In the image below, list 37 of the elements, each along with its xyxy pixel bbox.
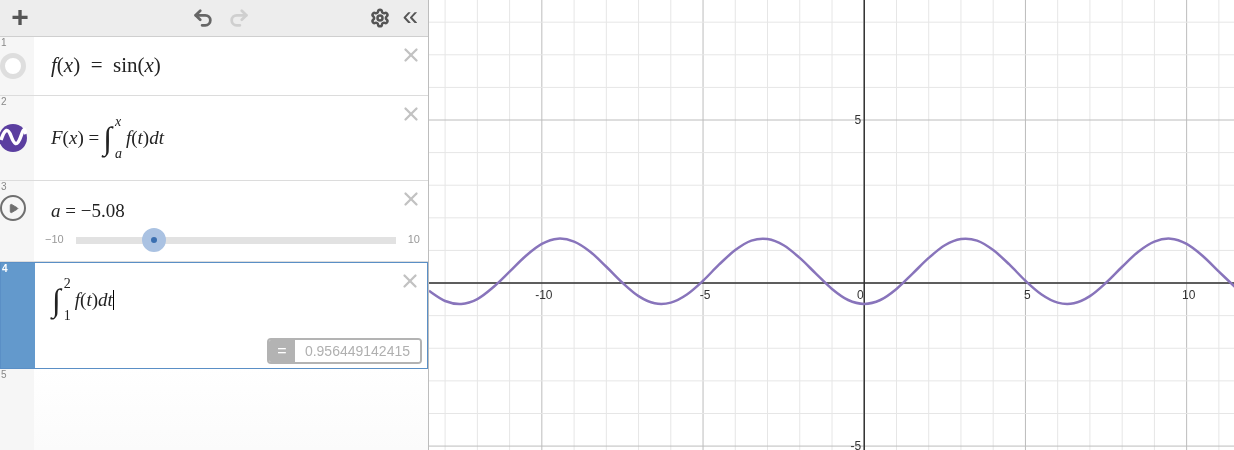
tick-label: 5 <box>1024 288 1031 303</box>
play-icon[interactable] <box>0 195 26 221</box>
graph-toggle-icon[interactable] <box>0 53 26 79</box>
text-cursor <box>112 290 114 310</box>
expression-math: f(x) = sin(x) <box>51 52 161 80</box>
redo-icon[interactable] <box>228 7 251 29</box>
lower-limit: 1 <box>63 309 71 323</box>
tick-label: 5 <box>854 113 862 127</box>
slider-max: 10 <box>407 232 420 248</box>
expression-row[interactable]: 1 f(x) = sin(x) <box>0 37 428 96</box>
slider-min: −10 <box>45 232 64 248</box>
row-number: 1 <box>1 38 7 48</box>
equals-sign: = <box>268 340 295 362</box>
tick-label: 0 <box>856 288 864 303</box>
tick-label: 10 <box>1181 288 1196 303</box>
add-button[interactable]: + <box>8 1 32 32</box>
row-number: 2 <box>1 97 7 107</box>
expression-row[interactable]: 5 <box>0 369 428 450</box>
slider-thumb[interactable] <box>142 227 167 252</box>
row-number: 4 <box>2 264 8 274</box>
wave-icon[interactable] <box>0 124 27 152</box>
collapse-button[interactable]: « <box>402 2 418 30</box>
tick-label: -10 <box>535 288 553 303</box>
lower-limit: a <box>114 147 122 161</box>
function-name: F(x) = <box>51 125 100 150</box>
tick-label: -5 <box>850 439 862 450</box>
slider-value: a = −5.08 <box>51 199 125 223</box>
undo-icon[interactable] <box>192 7 215 29</box>
tick-label: -5 <box>699 288 711 303</box>
integrand: f(t)dt <box>125 125 164 150</box>
expression-row[interactable]: 3 a = −5.08 −10 10 <box>0 181 428 262</box>
row-number: 5 <box>1 370 7 380</box>
upper-limit: 2 <box>63 277 71 291</box>
settings-icon[interactable] <box>370 8 391 28</box>
integrand: f(t)dt <box>74 287 113 312</box>
row-number: 3 <box>1 182 7 192</box>
upper-limit: x <box>114 115 122 129</box>
